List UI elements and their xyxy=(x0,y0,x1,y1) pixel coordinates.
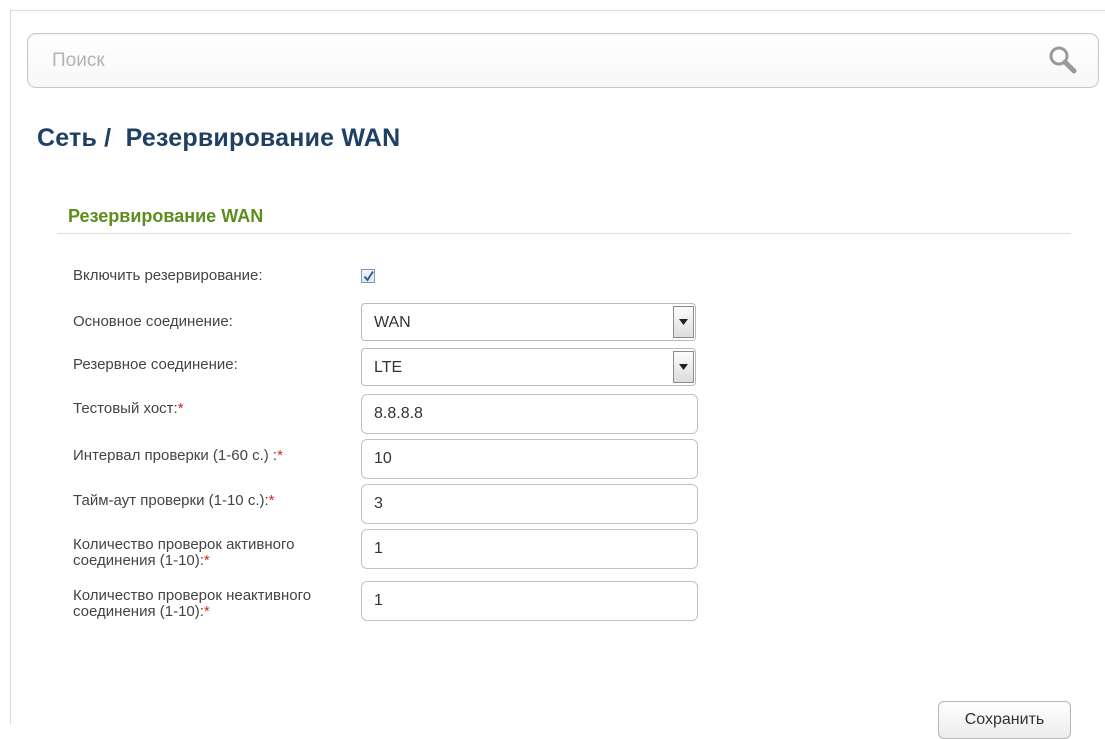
backup-connection-label-text: Резервное соединение: xyxy=(73,356,238,373)
enable-backup-label-text: Включить резервирование: xyxy=(73,267,263,284)
enable-backup-label: Включить резервирование: xyxy=(73,268,348,284)
inactive-checks-input[interactable] xyxy=(361,581,698,621)
section-title: Резервирование WAN xyxy=(68,206,264,226)
checkmark-icon xyxy=(363,270,374,282)
check-timeout-label: Тайм-аут проверки (1-10 с.):* xyxy=(73,493,348,509)
search-icon[interactable] xyxy=(1046,43,1080,77)
inactive-checks-label-text: Количество проверок неактивного соединен… xyxy=(73,587,312,620)
test-host-input[interactable] xyxy=(361,394,698,434)
required-marker: * xyxy=(203,603,210,620)
check-interval-label: Интервал проверки (1-60 с.) :* xyxy=(73,448,348,464)
required-marker: * xyxy=(277,447,283,464)
check-timeout-input[interactable] xyxy=(361,484,698,524)
inactive-checks-label: Количество проверок неактивного соединен… xyxy=(73,588,328,620)
active-checks-label-text: Количество проверок активного соединения… xyxy=(73,536,295,569)
check-timeout-label-text: Тайм-аут проверки (1-10 с.): xyxy=(73,492,269,509)
page-title: Сеть / Резервирование WAN xyxy=(37,124,401,152)
section-divider xyxy=(57,233,1071,234)
save-button[interactable]: Сохранить xyxy=(938,701,1071,739)
search-input[interactable] xyxy=(52,34,1012,87)
chevron-down-icon xyxy=(679,364,688,370)
enable-backup-checkbox[interactable] xyxy=(361,269,375,283)
backup-connection-select[interactable]: LTE xyxy=(361,348,696,386)
active-checks-input[interactable] xyxy=(361,529,698,569)
test-host-label-text: Тестовый хост: xyxy=(73,400,178,417)
backup-connection-value: LTE xyxy=(374,359,403,376)
check-interval-label-text: Интервал проверки (1-60 с.) : xyxy=(73,447,278,464)
required-marker: * xyxy=(203,552,210,569)
chevron-down-icon xyxy=(679,319,688,325)
primary-connection-value: WAN xyxy=(374,314,411,331)
primary-connection-label-text: Основное соединение: xyxy=(73,313,233,330)
active-checks-label: Количество проверок активного соединения… xyxy=(73,537,345,569)
primary-connection-label: Основное соединение: xyxy=(73,314,348,330)
test-host-label: Тестовый хост:* xyxy=(73,401,348,417)
backup-connection-label: Резервное соединение: xyxy=(73,357,348,373)
primary-connection-select[interactable]: WAN xyxy=(361,303,696,341)
check-interval-input[interactable] xyxy=(361,439,698,479)
search-box[interactable] xyxy=(27,33,1099,88)
required-marker: * xyxy=(268,492,275,509)
required-marker: * xyxy=(177,400,184,417)
primary-connection-dropdown-arrow[interactable] xyxy=(673,306,694,338)
backup-connection-dropdown-arrow[interactable] xyxy=(673,351,694,383)
